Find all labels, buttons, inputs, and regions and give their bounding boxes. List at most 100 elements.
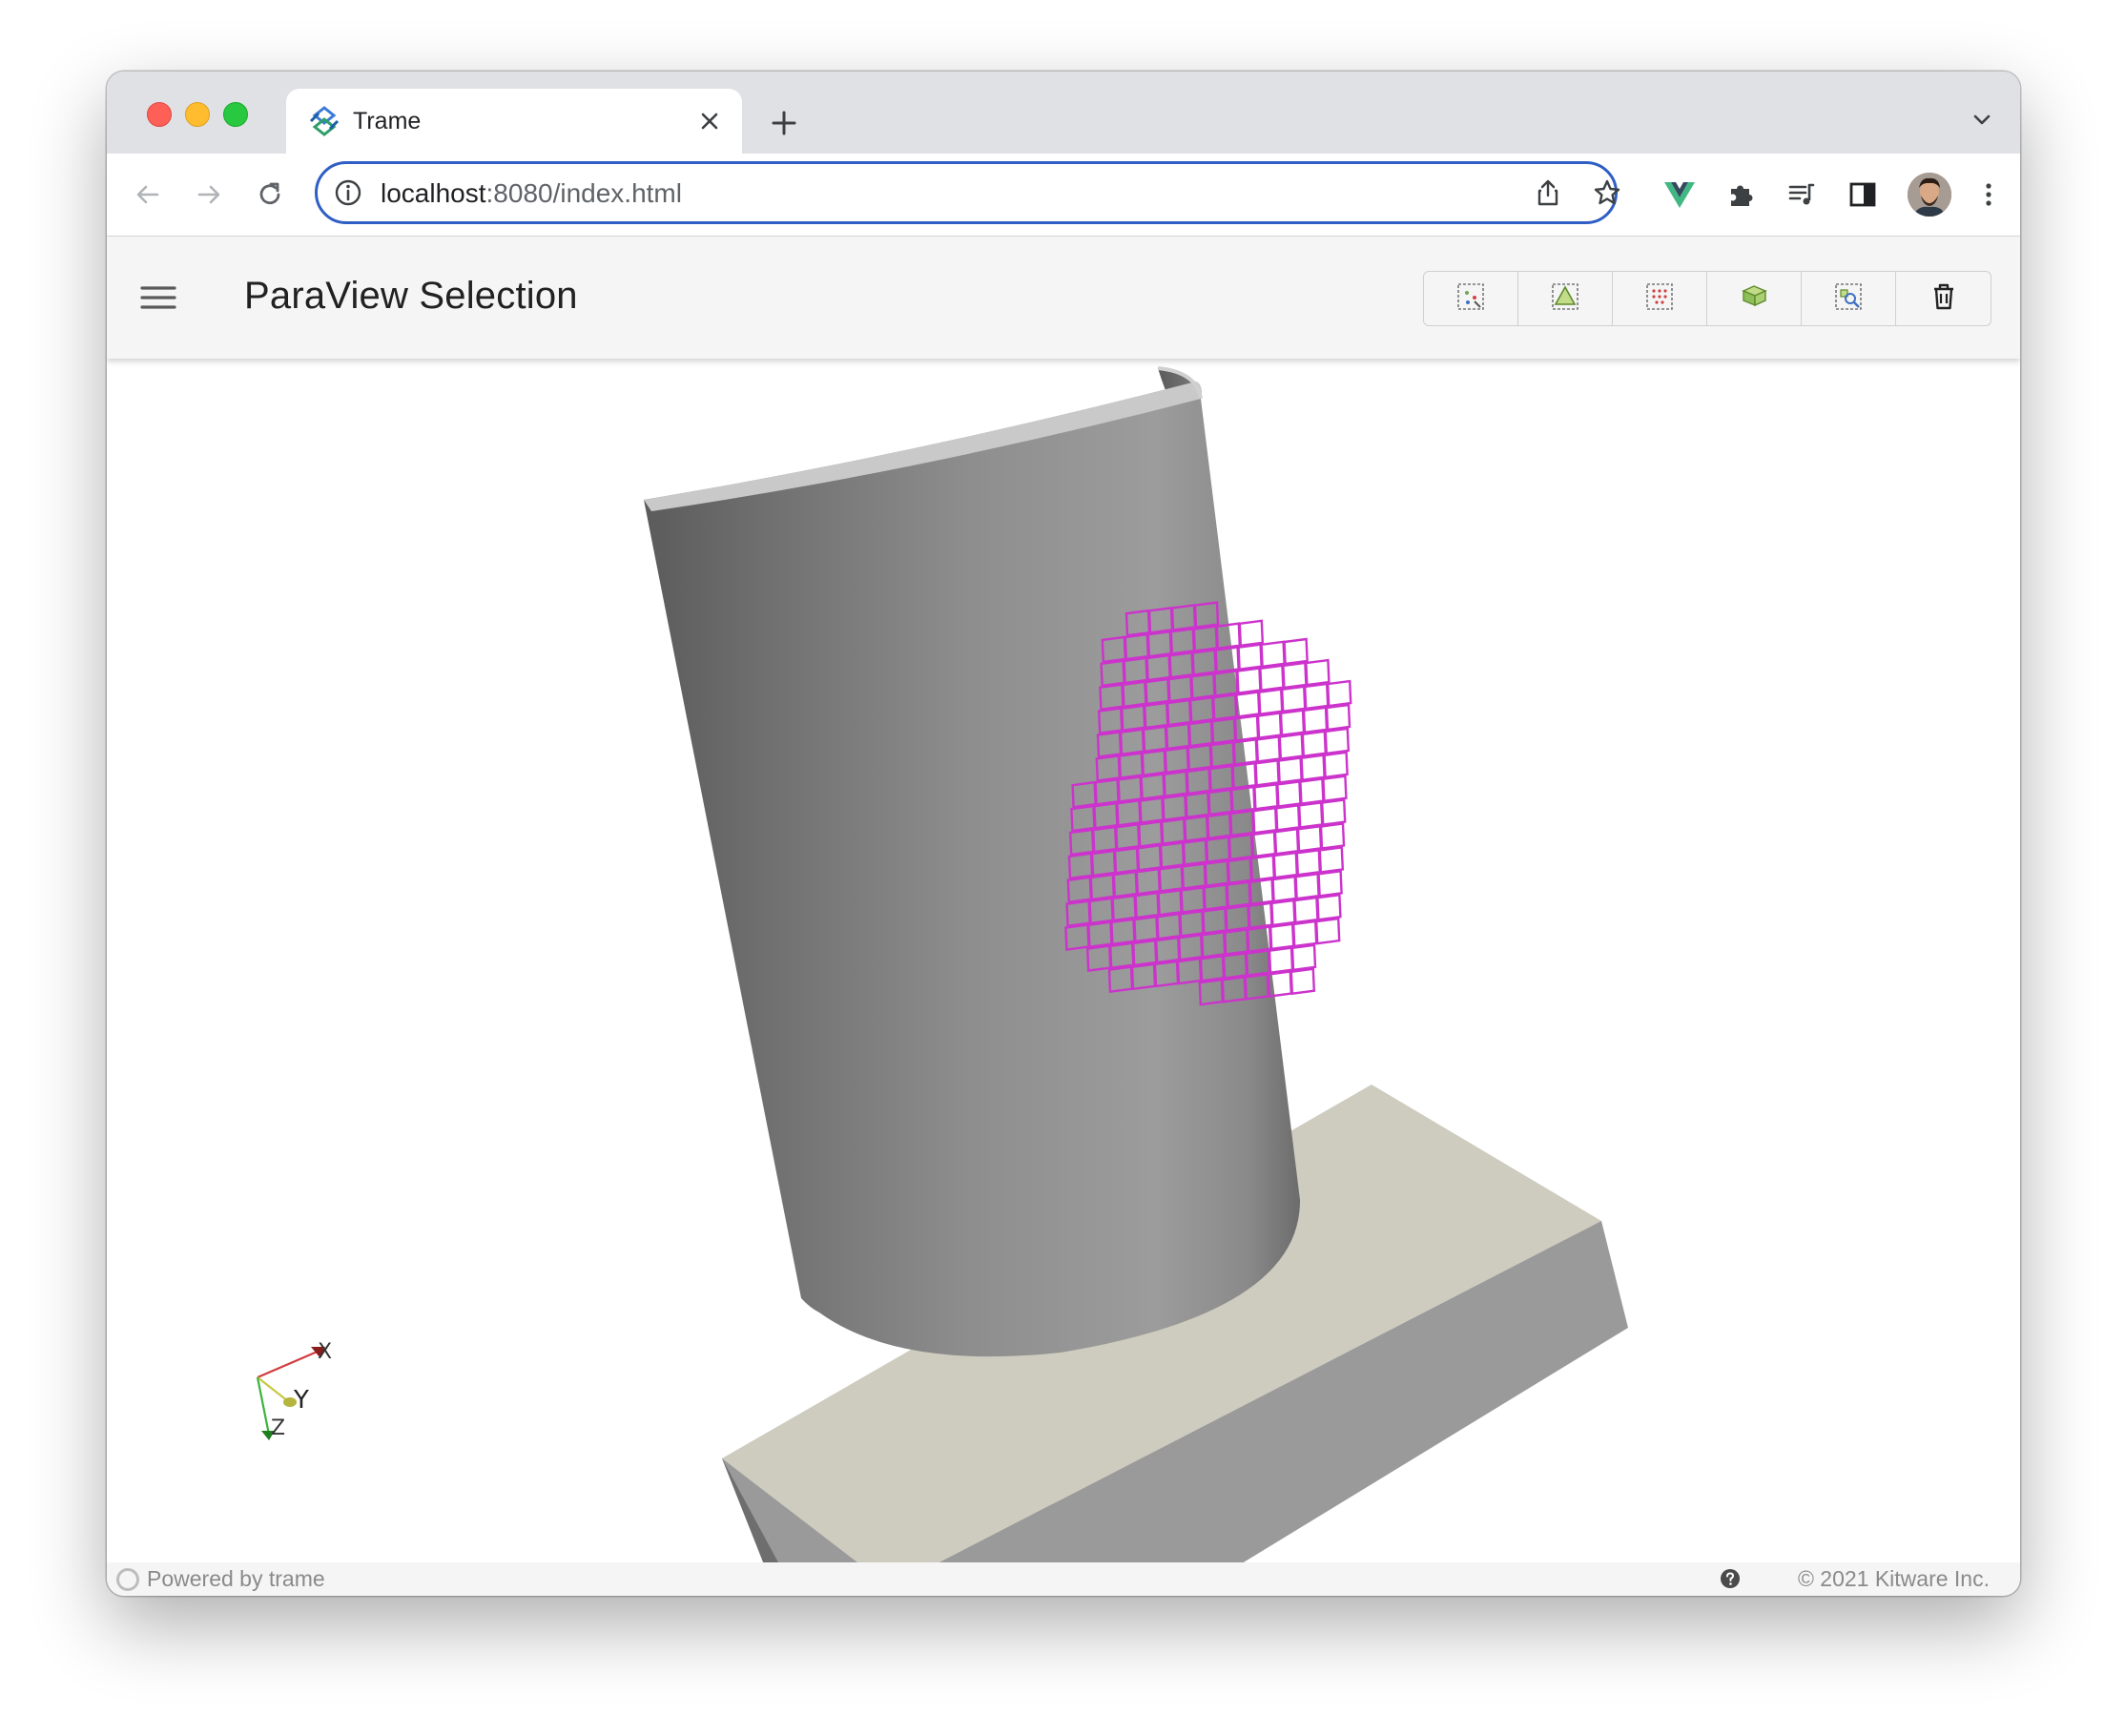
selected-cell <box>1277 756 1303 784</box>
copyright: © 2021 Kitware Inc. <box>1797 1566 1990 1591</box>
selected-cell <box>1259 664 1285 692</box>
info-icon[interactable] <box>333 177 363 208</box>
selected-cell <box>1282 661 1308 690</box>
trame-logo-icon <box>307 104 341 138</box>
selected-cell <box>1300 754 1326 782</box>
arrow-right-icon[interactable] <box>187 173 231 217</box>
reload-icon[interactable] <box>248 173 292 217</box>
selected-cell <box>1326 679 1352 708</box>
selected-cell <box>1283 637 1309 666</box>
selected-cell <box>1255 735 1282 763</box>
selected-cell <box>1316 893 1342 921</box>
selected-cell <box>1320 798 1347 826</box>
selected-cell <box>1302 706 1329 734</box>
selected-cell <box>1297 801 1324 829</box>
tab-strip: Trame <box>107 72 2020 154</box>
selected-cell <box>1257 688 1284 716</box>
select-block-button[interactable] <box>1802 272 1896 325</box>
menu-icon[interactable] <box>135 275 181 320</box>
arrow-left-icon[interactable] <box>126 173 170 217</box>
selected-cell <box>1279 709 1306 737</box>
more-vert-icon[interactable] <box>1967 173 2011 217</box>
selected-cell <box>1280 685 1307 713</box>
selected-cell <box>1323 751 1349 779</box>
orientation-axes: X Y Z <box>256 1340 332 1440</box>
selected-cell <box>1322 775 1348 803</box>
new-tab-icon[interactable] <box>763 102 805 144</box>
powered-text: Powered by trame <box>147 1566 325 1591</box>
selected-cell <box>1236 667 1262 694</box>
render-view[interactable]: X Y Z <box>107 359 2020 1562</box>
selected-cell <box>1260 640 1286 669</box>
tab-title: Trame <box>353 108 422 134</box>
selected-cell <box>1296 824 1323 853</box>
selected-cell <box>1325 703 1351 732</box>
selected-cell <box>1268 946 1294 975</box>
footer: Powered by trame © 2021 Kitware Inc. <box>107 1562 2020 1596</box>
puzzle-icon[interactable] <box>1719 173 1763 217</box>
render-canvas[interactable]: X Y Z <box>107 359 2020 1562</box>
page-title: ParaView Selection <box>244 275 578 317</box>
selected-cell <box>1318 846 1345 874</box>
select-cells-icon <box>1550 281 1580 317</box>
selected-cell <box>1314 917 1341 945</box>
select-cells-through-icon <box>1738 281 1770 317</box>
selected-cell <box>1237 643 1263 672</box>
selected-cell <box>1294 872 1320 900</box>
minimize-window-button[interactable] <box>185 102 210 127</box>
axis-y-label: Y <box>293 1386 309 1415</box>
selected-cell <box>1276 780 1302 808</box>
browser-window: Trame localhost:8080/index.html ParaView… <box>107 72 2020 1596</box>
selection-toolbar <box>1423 271 1991 326</box>
url-path: :8080/index.html <box>485 178 682 208</box>
select-points-through-button[interactable] <box>1613 272 1707 325</box>
trame-progress-icon <box>116 1567 139 1591</box>
chevron-down-icon[interactable] <box>1963 100 2001 138</box>
selected-cell <box>1271 875 1297 903</box>
selected-cell <box>1324 727 1351 755</box>
media-queue-icon[interactable] <box>1780 173 1824 217</box>
selected-cell <box>1301 730 1328 758</box>
selected-cell <box>1289 967 1316 996</box>
zoom-window-button[interactable] <box>223 102 248 127</box>
vue-icon[interactable] <box>1658 173 1702 217</box>
axis-z-label: Z <box>271 1416 285 1440</box>
address-bar[interactable]: localhost:8080/index.html <box>315 161 1620 224</box>
select-surface-points-button[interactable] <box>1424 272 1518 325</box>
selected-cell <box>1274 803 1301 832</box>
selected-cell <box>1290 943 1317 972</box>
browser-toolbar: localhost:8080/index.html <box>107 154 2020 237</box>
selected-cell <box>1295 848 1322 877</box>
selected-cell <box>1269 922 1295 951</box>
select-cells-through-button[interactable] <box>1707 272 1802 325</box>
selected-cell <box>1291 920 1318 948</box>
url-host: localhost <box>381 178 486 208</box>
avatar[interactable] <box>1908 173 1951 217</box>
clear-selection-button[interactable] <box>1896 272 1991 325</box>
selected-cell <box>1299 777 1325 805</box>
powered-by: Powered by trame <box>116 1566 325 1592</box>
side-panel-icon[interactable] <box>1841 173 1885 217</box>
selected-cell <box>1251 806 1278 835</box>
select-points-icon <box>1455 281 1486 317</box>
select-surface-cells-button[interactable] <box>1518 272 1613 325</box>
tab-trame[interactable]: Trame <box>286 89 742 154</box>
selected-cell <box>1256 712 1283 739</box>
help-icon[interactable] <box>1719 1567 1742 1590</box>
url-text: localhost:8080/index.html <box>381 178 682 209</box>
selected-cell <box>1273 827 1300 856</box>
close-tab-icon[interactable] <box>691 102 729 140</box>
trash-icon <box>1931 282 1956 316</box>
star-icon[interactable] <box>1588 174 1626 212</box>
selected-cell <box>1278 733 1305 760</box>
selected-cell <box>1317 869 1343 898</box>
close-window-button[interactable] <box>147 102 172 127</box>
selected-cell <box>1305 658 1331 687</box>
selected-cell <box>1303 682 1330 711</box>
selected-cell <box>1270 899 1296 927</box>
selected-cell <box>1319 822 1346 850</box>
selected-cell <box>1293 896 1319 924</box>
share-icon[interactable] <box>1529 174 1567 212</box>
selected-cell <box>1238 619 1265 648</box>
selected-cell <box>1253 782 1279 811</box>
